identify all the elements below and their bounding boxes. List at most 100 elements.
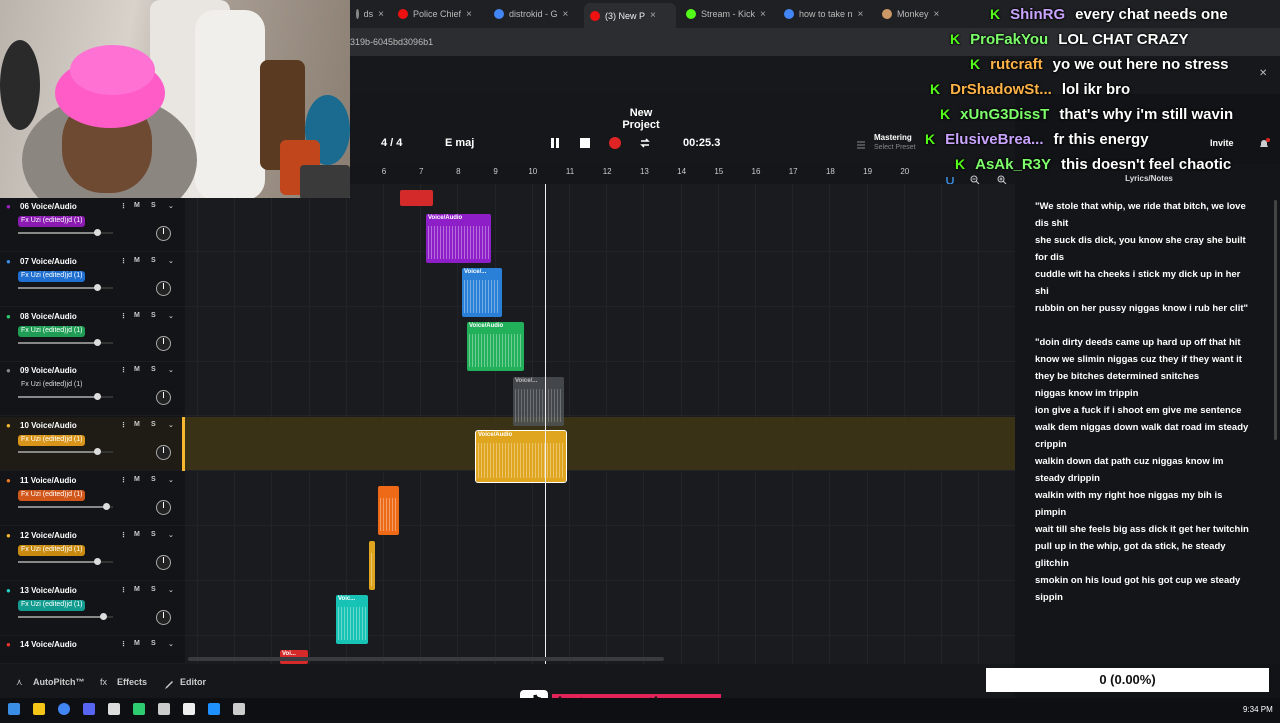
volume-handle[interactable] xyxy=(94,284,102,291)
lyrics-text[interactable]: "We stole that whip, we ride that bitch,… xyxy=(1035,198,1255,660)
pan-knob[interactable] xyxy=(156,610,171,625)
audio-clip[interactable]: Voice/... xyxy=(513,377,564,426)
effects-tab[interactable]: Effects xyxy=(117,677,147,687)
chevron-down-icon[interactable]: ⌄ xyxy=(168,202,174,210)
track-header[interactable]: ● 11 Voice/Audio M S ⌄ ⋮ Fx Uzi (edited)jd (1) xyxy=(0,472,185,526)
browser-tab[interactable]: Monkey × xyxy=(876,4,966,24)
track-name[interactable]: 10 Voice/Audio xyxy=(20,421,77,430)
fx-preset-badge[interactable]: Fx Uzi (edited)jd (1) xyxy=(18,545,86,556)
volume-slider[interactable] xyxy=(18,284,113,291)
chevron-down-icon[interactable]: ⌄ xyxy=(168,476,174,484)
mute-button[interactable]: M xyxy=(134,202,140,209)
mute-button[interactable]: M xyxy=(134,476,140,483)
arrangement-view[interactable]: Voice/Audio Voice/... Voice/Audio Voice/...… xyxy=(185,184,1015,664)
track-lane[interactable] xyxy=(185,527,1015,581)
pan-knob[interactable] xyxy=(156,281,171,296)
browser-tab[interactable]: distrokid - G × xyxy=(488,4,580,24)
mute-button[interactable]: M xyxy=(134,366,140,373)
audio-clip[interactable] xyxy=(378,486,399,535)
audio-clip[interactable]: Voice/Audio xyxy=(475,430,567,483)
track-lane[interactable] xyxy=(185,362,1015,416)
solo-button[interactable]: S xyxy=(151,586,156,593)
taskbar-app-icon[interactable] xyxy=(108,703,120,715)
autopitch-tab[interactable]: AutoPitch™ xyxy=(33,677,85,687)
track-header[interactable]: ● 12 Voice/Audio M S ⌄ ⋮ Fx Uzi (edited)jd (1) xyxy=(0,527,185,581)
fx-preset-badge[interactable]: Fx Uzi (edited)jd (1) xyxy=(18,216,86,227)
solo-button[interactable]: S xyxy=(151,202,156,209)
pan-knob[interactable] xyxy=(156,555,171,570)
track-header[interactable]: ● 06 Voice/Audio M S ⌄ ⋮ Fx Uzi (edited)jd (1) xyxy=(0,198,185,252)
taskbar-app-icon[interactable] xyxy=(58,703,70,715)
fx-preset-badge[interactable]: Fx Uzi (edited)jd (1) xyxy=(18,600,86,611)
track-name[interactable]: 09 Voice/Audio xyxy=(20,366,77,375)
taskbar-app-icon[interactable] xyxy=(158,703,170,715)
fx-preset-badge[interactable]: Fx Uzi (edited)jd (1) xyxy=(18,271,86,282)
volume-slider[interactable] xyxy=(18,503,113,510)
volume-handle[interactable] xyxy=(100,613,108,620)
track-lane[interactable] xyxy=(185,198,1015,252)
close-icon[interactable]: ✕ xyxy=(1259,68,1269,79)
solo-button[interactable]: S xyxy=(151,257,156,264)
volume-handle[interactable] xyxy=(94,229,102,236)
key-selector[interactable]: E maj xyxy=(445,137,474,149)
volume-slider[interactable] xyxy=(18,339,113,346)
horizontal-scrollbar[interactable] xyxy=(188,657,664,661)
tab-close-icon[interactable]: × xyxy=(650,10,656,21)
mastering-preset[interactable]: Select Preset xyxy=(874,144,916,151)
volume-handle[interactable] xyxy=(103,503,110,510)
lyrics-scrollbar[interactable] xyxy=(1274,200,1277,440)
editor-tab[interactable]: Editor xyxy=(180,677,206,687)
taskbar-app-icon[interactable] xyxy=(133,703,145,715)
audio-clip[interactable]: Voice/Audio xyxy=(467,322,524,371)
track-lane[interactable] xyxy=(185,417,1015,471)
volume-handle[interactable] xyxy=(94,558,102,565)
pan-knob[interactable] xyxy=(156,500,171,515)
zoom-in-icon[interactable] xyxy=(997,172,1007,185)
volume-slider[interactable] xyxy=(18,613,113,620)
invite-button[interactable]: Invite xyxy=(1210,138,1234,148)
taskbar-app-icon[interactable] xyxy=(183,703,195,715)
chevron-down-icon[interactable]: ⌄ xyxy=(168,640,174,648)
fx-preset-badge[interactable]: Fx Uzi (edited)jd (1) xyxy=(18,435,86,446)
more-icon[interactable]: ⋮ xyxy=(120,366,127,374)
track-name[interactable]: 12 Voice/Audio xyxy=(20,531,77,540)
track-name[interactable]: 08 Voice/Audio xyxy=(20,312,77,321)
chevron-down-icon[interactable]: ⌄ xyxy=(168,531,174,539)
solo-button[interactable]: S xyxy=(151,366,156,373)
track-name[interactable]: 06 Voice/Audio xyxy=(20,202,77,211)
audio-clip[interactable] xyxy=(400,190,433,206)
volume-handle[interactable] xyxy=(94,339,102,346)
chevron-down-icon[interactable]: ⌄ xyxy=(168,366,174,374)
track-name[interactable]: 13 Voice/Audio xyxy=(20,586,77,595)
audio-clip[interactable]: Voice/Audio xyxy=(426,214,491,263)
more-icon[interactable]: ⋮ xyxy=(120,586,127,594)
chevron-down-icon[interactable]: ⌄ xyxy=(168,586,174,594)
track-header[interactable]: ● 09 Voice/Audio M S ⌄ ⋮ Fx Uzi (edited)jd (1) xyxy=(0,362,185,416)
tab-close-icon[interactable]: × xyxy=(934,9,940,20)
zoom-out-icon[interactable] xyxy=(970,172,980,185)
loop-button[interactable] xyxy=(638,136,652,150)
more-icon[interactable]: ⋮ xyxy=(120,531,127,539)
fx-preset-badge[interactable]: Fx Uzi (edited)jd (1) xyxy=(18,326,86,337)
browser-tab[interactable]: Police Chief × xyxy=(392,4,482,24)
mute-button[interactable]: M xyxy=(134,421,140,428)
track-lane[interactable] xyxy=(185,472,1015,526)
browser-tab[interactable]: how to take n × xyxy=(778,4,873,24)
solo-button[interactable]: S xyxy=(151,476,156,483)
volume-handle[interactable] xyxy=(94,448,102,455)
taskbar-app-icon[interactable] xyxy=(83,703,95,715)
taskbar-app-icon[interactable] xyxy=(33,703,45,715)
track-header[interactable]: ● 07 Voice/Audio M S ⌄ ⋮ Fx Uzi (edited)jd (1) xyxy=(0,253,185,307)
track-lane[interactable] xyxy=(185,308,1015,362)
audio-clip[interactable] xyxy=(369,541,375,590)
track-header[interactable]: ● 13 Voice/Audio M S ⌄ ⋮ Fx Uzi (edited)jd (1) xyxy=(0,582,185,636)
tab-close-icon[interactable]: × xyxy=(760,9,766,20)
tab-close-icon[interactable]: × xyxy=(466,9,472,20)
fx-preset-badge[interactable]: Fx Uzi (edited)jd (1) xyxy=(18,490,86,501)
more-icon[interactable]: ⋮ xyxy=(120,202,127,210)
solo-button[interactable]: S xyxy=(151,421,156,428)
browser-tab[interactable]: (3) New P × xyxy=(584,3,676,28)
taskbar-app-icon[interactable] xyxy=(208,703,220,715)
volume-slider[interactable] xyxy=(18,229,113,236)
fx-preset-badge[interactable]: Fx Uzi (edited)jd (1) xyxy=(18,380,85,391)
